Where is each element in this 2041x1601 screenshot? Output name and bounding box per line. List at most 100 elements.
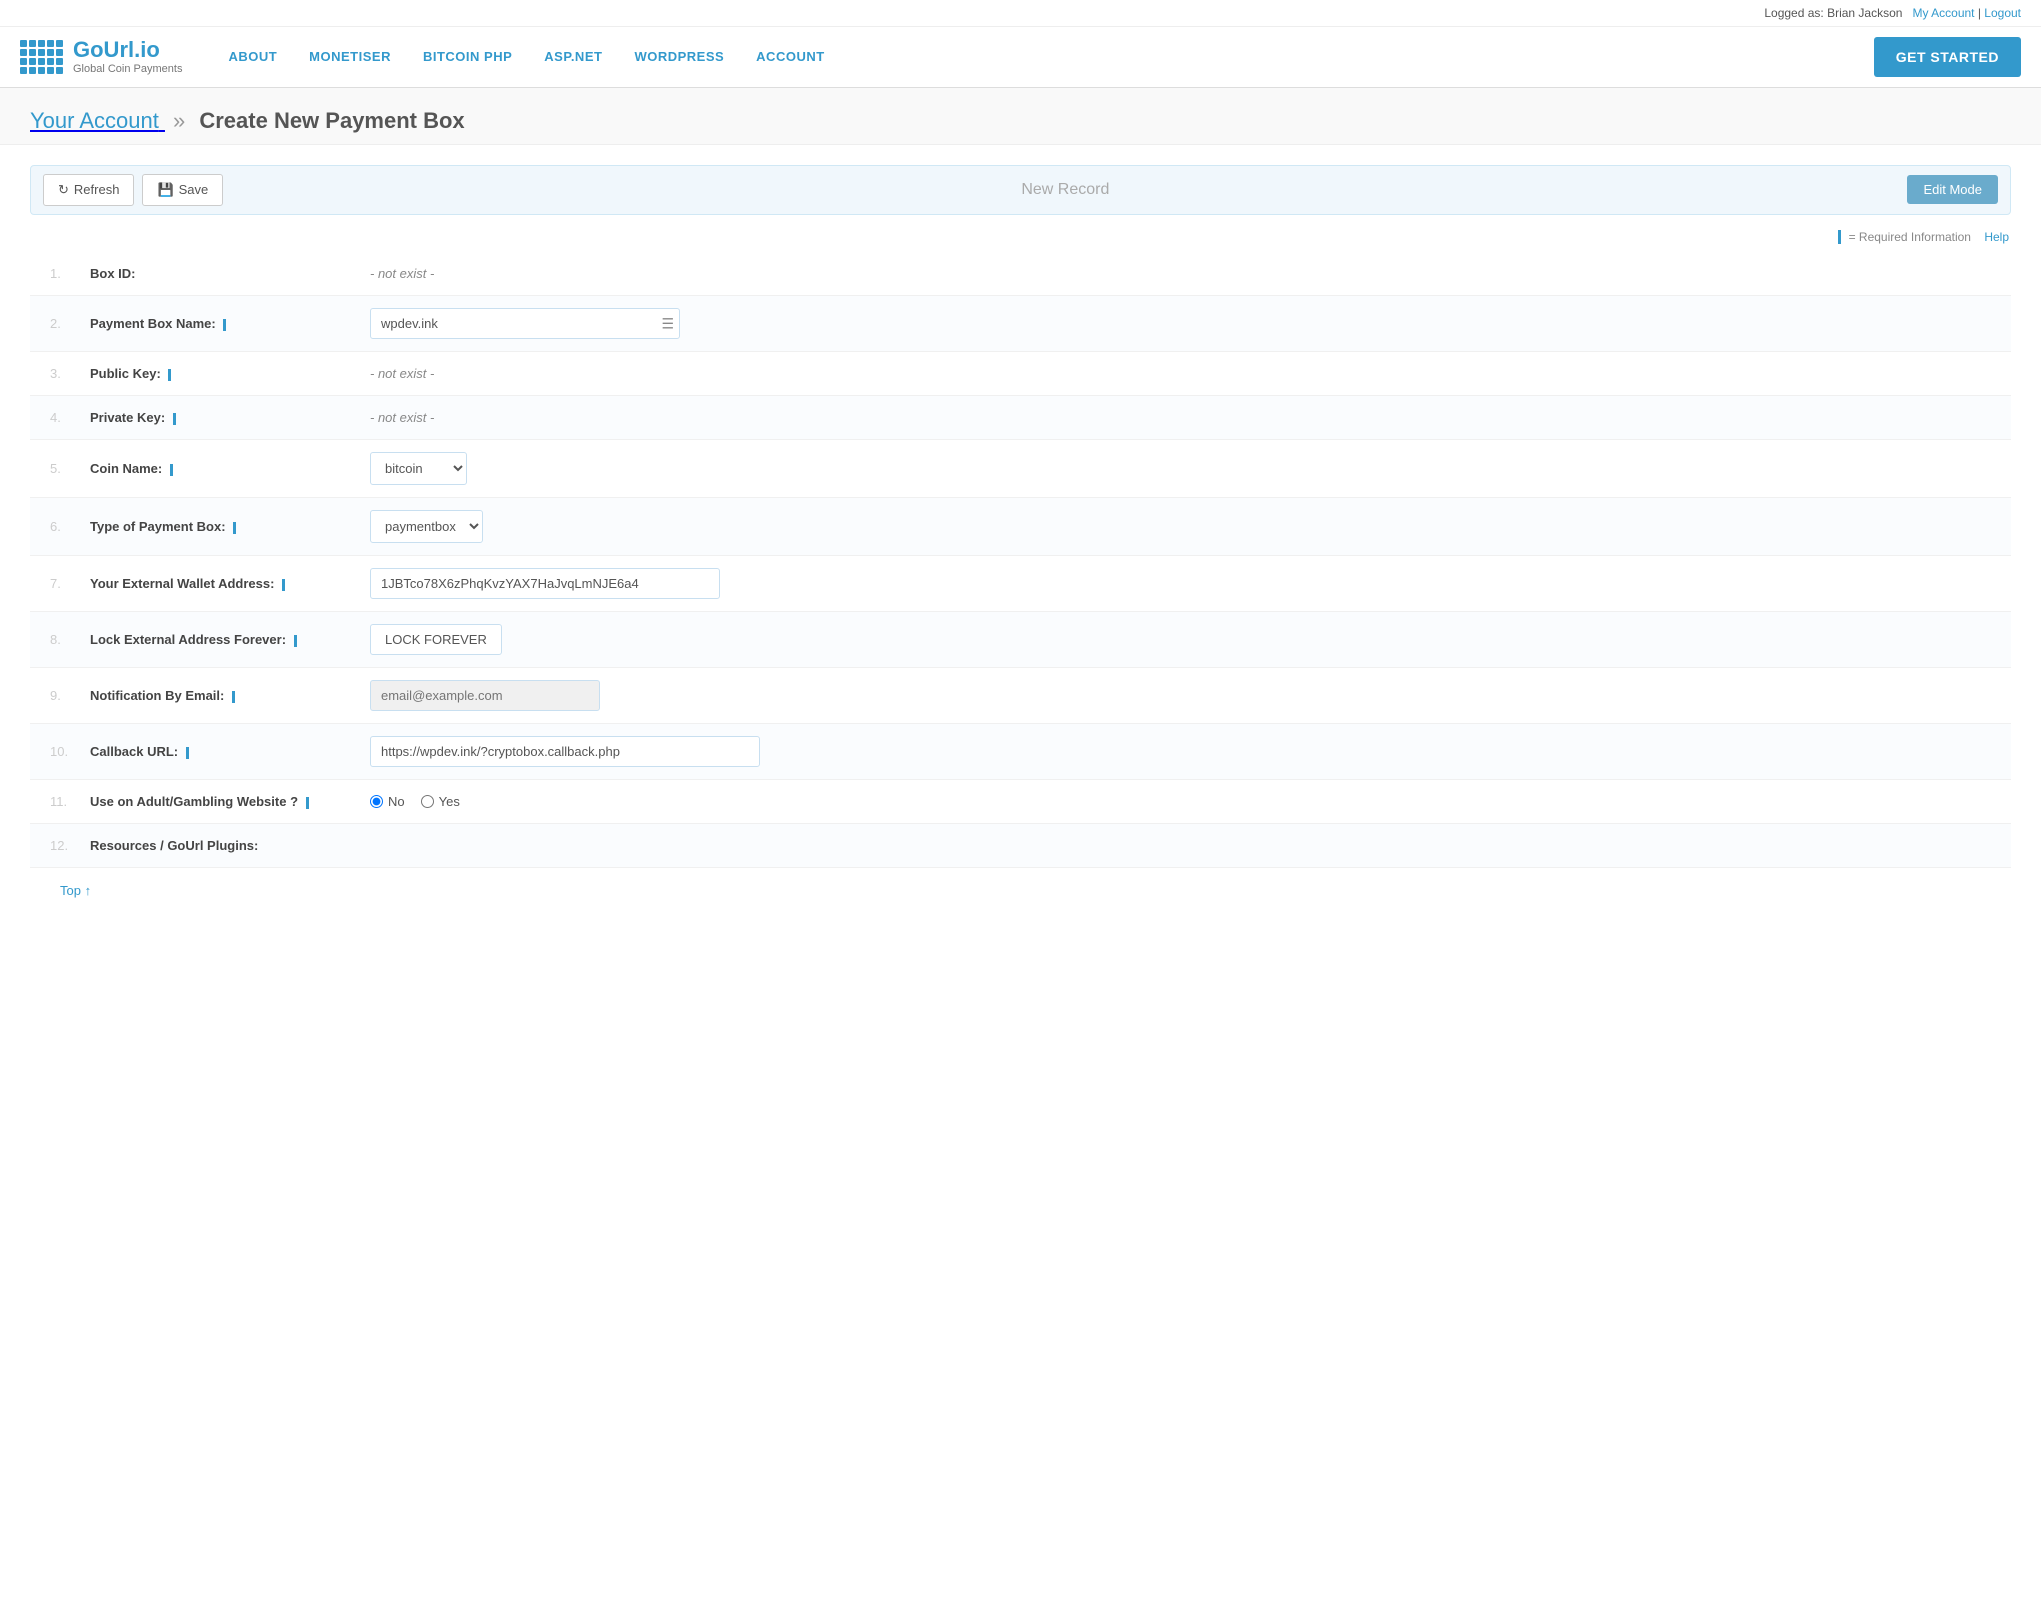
row-num-11: 11. [30,780,80,824]
row-label-notification-email: Notification By Email: [80,668,360,724]
nav-asp-net[interactable]: ASP.NET [528,31,618,82]
table-row: 11. Use on Adult/Gambling Website ? No Y… [30,780,2011,824]
notification-email-input[interactable] [370,680,600,711]
help-link[interactable]: Help [1984,230,2009,244]
row-value-callback-url [360,724,2011,780]
toolbar-left: ↻ Refresh 💾 Save [43,174,223,206]
logo[interactable]: GoUrl.io Global Coin Payments [20,27,182,87]
row-label-private-key: Private Key: [80,396,360,440]
row-value-private-key: - not exist - [360,396,2011,440]
page-title-area: Your Account » Create New Payment Box [0,88,2041,145]
row-label-callback-url: Callback URL: [80,724,360,780]
row-label-wallet-address: Your External Wallet Address: [80,556,360,612]
row-num-2: 2. [30,296,80,352]
wallet-address-input[interactable] [370,568,720,599]
required-indicator [232,691,235,703]
breadcrumb-separator: » [173,108,185,133]
nav-monetiser[interactable]: MONETISER [293,31,407,82]
table-row: 5. Coin Name: bitcoin litecoin dogecoin … [30,440,2011,498]
row-label-resources: Resources / GoUrl Plugins: [80,824,360,868]
refresh-label: Refresh [74,182,120,197]
my-account-link[interactable]: My Account [1912,6,1974,20]
payment-box-name-input[interactable] [370,308,680,339]
record-title: New Record [223,181,1907,199]
payment-box-type-select[interactable]: paymentbox donations shopping [370,510,483,543]
row-num-6: 6. [30,498,80,556]
row-value-payment-box-name: ☰ [360,296,2011,352]
row-value-notification-email [360,668,2011,724]
row-value-lock-address: LOCK FOREVER [360,612,2011,668]
table-row: 10. Callback URL: [30,724,2011,780]
required-indicator [186,747,189,759]
nav-wordpress[interactable]: WORDPRESS [618,31,740,82]
adult-gambling-yes-label[interactable]: Yes [421,794,460,809]
table-row: 1. Box ID: - not exist - [30,252,2011,296]
lock-forever-button[interactable]: LOCK FOREVER [370,624,502,655]
row-num-9: 9. [30,668,80,724]
toolbar-right: Edit Mode [1907,175,1998,204]
row-num-4: 4. [30,396,80,440]
table-row: 8. Lock External Address Forever: LOCK F… [30,612,2011,668]
row-num-12: 12. [30,824,80,868]
row-label-payment-box-name: Payment Box Name: [80,296,360,352]
required-indicator [294,635,297,647]
payment-box-name-wrapper: ☰ [370,308,680,339]
row-num-10: 10. [30,724,80,780]
required-mark-icon [1838,230,1841,244]
adult-gambling-no-radio[interactable] [370,795,383,808]
adult-gambling-yes-radio[interactable] [421,795,434,808]
row-label-coin-name: Coin Name: [80,440,360,498]
your-account-link[interactable]: Your Account [30,108,165,133]
save-label: Save [179,182,209,197]
main-content: ↻ Refresh 💾 Save New Record Edit Mode = … [0,145,2041,934]
row-num-3: 3. [30,352,80,396]
nav-bitcoin-php[interactable]: BITCOIN PHP [407,31,528,82]
adult-gambling-no-label[interactable]: No [370,794,405,809]
row-label-box-id: Box ID: [80,252,360,296]
nav-about[interactable]: ABOUT [212,31,293,82]
save-button[interactable]: 💾 Save [142,174,223,206]
table-row: 2. Payment Box Name: ☰ [30,296,2011,352]
page-subtitle: Create New Payment Box [199,108,464,133]
top-link[interactable]: Top ↑ [30,868,2011,913]
refresh-icon: ↻ [58,182,69,198]
required-indicator [282,579,285,591]
payment-box-name-icon-btn[interactable]: ☰ [661,315,674,332]
top-bar: Logged as: Brian Jackson My Account | Lo… [0,0,2041,27]
row-value-resources [360,824,2011,868]
main-nav: GoUrl.io Global Coin Payments ABOUT MONE… [0,27,2041,88]
row-label-adult-gambling: Use on Adult/Gambling Website ? [80,780,360,824]
table-row: 12. Resources / GoUrl Plugins: [30,824,2011,868]
required-indicator [233,522,236,534]
row-num-1: 1. [30,252,80,296]
required-note-text: = Required Information [1849,230,1971,244]
required-indicator [223,319,226,331]
toolbar: ↻ Refresh 💾 Save New Record Edit Mode [30,165,2011,215]
get-started-button[interactable]: GET STARTED [1874,37,2021,77]
logo-grid-icon [20,40,63,74]
save-icon: 💾 [157,182,173,198]
callback-url-input[interactable] [370,736,760,767]
nav-account[interactable]: ACCOUNT [740,31,841,82]
form-table: 1. Box ID: - not exist - 2. Payment Box … [30,252,2011,868]
logged-as-text: Logged as: Brian Jackson [1764,6,1902,20]
row-label-payment-box-type: Type of Payment Box: [80,498,360,556]
coin-name-select[interactable]: bitcoin litecoin dogecoin ethereum [370,452,467,485]
table-row: 9. Notification By Email: [30,668,2011,724]
row-num-5: 5. [30,440,80,498]
row-num-7: 7. [30,556,80,612]
row-value-payment-box-type: paymentbox donations shopping [360,498,2011,556]
row-value-box-id: - not exist - [360,252,2011,296]
row-value-coin-name: bitcoin litecoin dogecoin ethereum [360,440,2011,498]
required-indicator [168,369,171,381]
row-value-public-key: - not exist - [360,352,2011,396]
logo-brand: GoUrl.io [73,37,182,63]
table-row: 6. Type of Payment Box: paymentbox donat… [30,498,2011,556]
refresh-button[interactable]: ↻ Refresh [43,174,134,206]
logout-link[interactable]: Logout [1984,6,2021,20]
adult-gambling-radio-group: No Yes [370,794,2001,809]
edit-mode-button[interactable]: Edit Mode [1907,175,1998,204]
logo-sub: Global Coin Payments [73,63,182,76]
table-row: 4. Private Key: - not exist - [30,396,2011,440]
row-label-public-key: Public Key: [80,352,360,396]
